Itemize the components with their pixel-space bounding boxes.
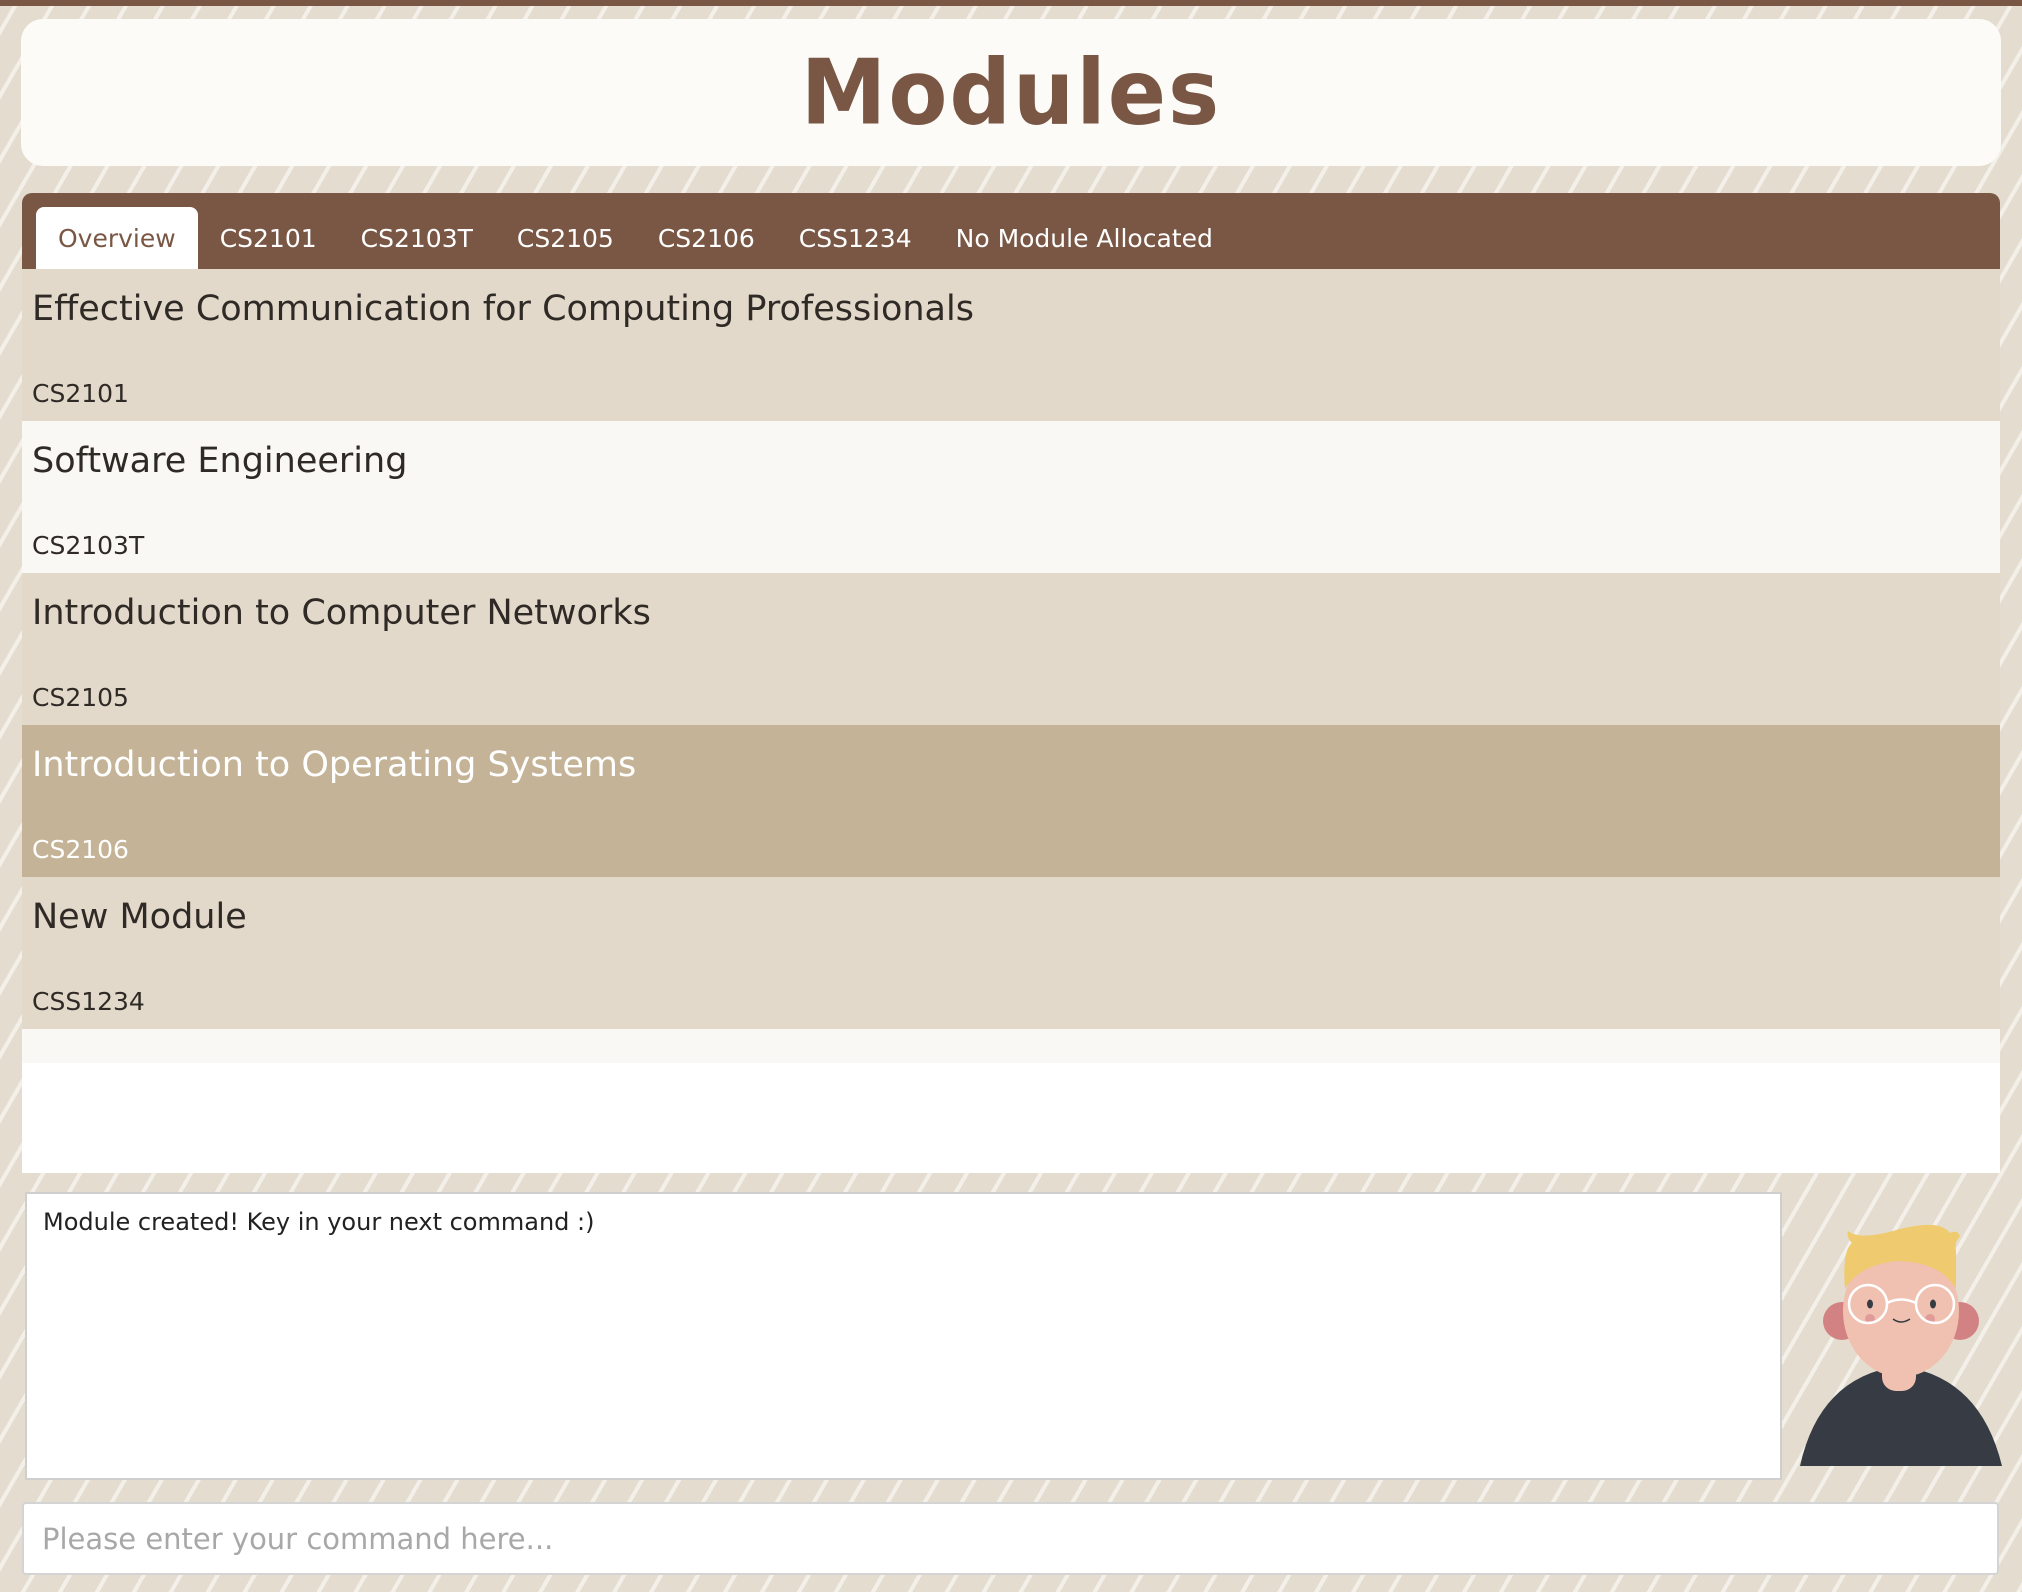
module-code: CS2106 — [32, 835, 129, 864]
module-name: Introduction to Computer Networks — [32, 593, 651, 633]
module-name: Software Engineering — [32, 441, 408, 481]
tab-cs2101[interactable]: CS2101 — [198, 207, 339, 269]
module-list[interactable]: Effective Communication for Computing Pr… — [22, 269, 2000, 1173]
tab-cs2106[interactable]: CS2106 — [636, 207, 777, 269]
tab-cs2103t[interactable]: CS2103T — [339, 207, 495, 269]
list-item[interactable]: New Module CSS1234 — [22, 877, 2000, 1029]
module-name: Introduction to Operating Systems — [32, 745, 637, 785]
result-display[interactable]: Module created! Key in your next command… — [25, 1192, 1782, 1480]
header: Modules — [21, 19, 2001, 166]
module-code: CS2101 — [32, 379, 129, 408]
list-item[interactable]: Introduction to Computer Networks CS2105 — [22, 573, 2000, 725]
list-item[interactable]: Effective Communication for Computing Pr… — [22, 269, 2000, 421]
list-item[interactable]: Software Engineering CS2103T — [22, 421, 2000, 573]
module-code: CSS1234 — [32, 987, 145, 1016]
module-name: New Module — [32, 897, 247, 937]
tab-bar: Overview CS2101 CS2103T CS2105 CS2106 CS… — [22, 193, 2000, 269]
tab-overview[interactable]: Overview — [36, 207, 198, 269]
tab-no-module-allocated[interactable]: No Module Allocated — [934, 207, 1235, 269]
avatar-illustration — [1800, 1224, 2002, 1466]
result-text: Module created! Key in your next command… — [43, 1208, 595, 1236]
list-item-selected[interactable]: Introduction to Operating Systems CS2106 — [22, 725, 2000, 877]
tab-cs2105[interactable]: CS2105 — [495, 207, 636, 269]
module-code: CS2103T — [32, 531, 145, 560]
module-name: Effective Communication for Computing Pr… — [32, 289, 974, 329]
page-title: Modules — [800, 40, 1222, 146]
empty-list-row — [22, 1029, 2000, 1063]
module-code: CS2105 — [32, 683, 129, 712]
tab-css1234[interactable]: CSS1234 — [777, 207, 934, 269]
command-input[interactable] — [22, 1502, 1999, 1575]
